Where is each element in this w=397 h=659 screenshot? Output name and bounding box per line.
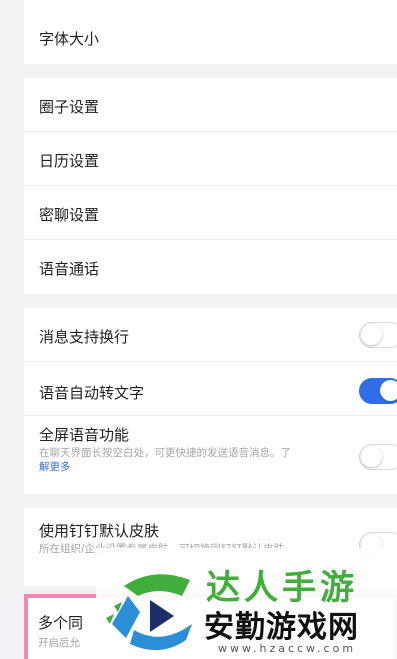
watermark-url: www.hzaccw.com <box>218 642 357 655</box>
font-size-row[interactable]: 字体大小 <box>24 0 397 64</box>
msg-wrap-row: 消息支持换行 <box>24 308 397 362</box>
fullscreen-voice-row: 全屏语音功能 在聊天界面长按空白处，可更快捷的发送语音消息。了 解更多 <box>24 416 397 494</box>
voice-call-label: 语音通话 <box>39 260 100 278</box>
multi-same-label: 多个同 <box>38 614 84 632</box>
fullscreen-voice-desc-text: 在聊天界面长按空白处，可更快捷的发送语音消息。了 <box>39 447 291 459</box>
fullscreen-voice-desc: 在聊天界面长按空白处，可更快捷的发送语音消息。了 解更多 <box>39 446 349 474</box>
fullscreen-voice-toggle[interactable] <box>359 444 397 470</box>
message-toggles-group: 消息支持换行 语音自动转文字 全屏语音功能 在聊天界面长按空白处，可更快捷的发送… <box>24 308 397 494</box>
toggle-knob <box>361 446 382 467</box>
learn-more-link[interactable]: 解更多 <box>39 461 71 473</box>
watermark-logo-icon <box>106 574 192 651</box>
calendar-settings-label: 日历设置 <box>39 152 100 170</box>
toggle-knob <box>361 324 382 345</box>
circle-settings-label: 圈子设置 <box>39 98 100 116</box>
fullscreen-voice-label: 全屏语音功能 <box>39 426 130 444</box>
watermark: 达人手游 安勤游戏网 www.hzaccw.com <box>96 548 397 659</box>
secret-chat-settings-label: 密聊设置 <box>39 206 100 224</box>
general-group: 圈子设置 日历设置 密聊设置 语音通话 <box>24 78 397 294</box>
voice-to-text-row: 语音自动转文字 <box>24 362 397 416</box>
voice-call-row[interactable]: 语音通话 <box>24 240 397 294</box>
voice-to-text-label: 语音自动转文字 <box>39 384 145 402</box>
msg-wrap-label: 消息支持换行 <box>39 328 130 346</box>
default-skin-label: 使用钉钉默认皮肤 <box>39 522 160 540</box>
msg-wrap-toggle[interactable] <box>359 322 397 348</box>
toggle-knob <box>380 380 397 401</box>
font-group: 字体大小 <box>24 0 397 64</box>
calendar-settings-row[interactable]: 日历设置 <box>24 132 397 186</box>
watermark-main-text: 安勤游戏网 <box>204 610 359 645</box>
secret-chat-settings-row[interactable]: 密聊设置 <box>24 186 397 240</box>
circle-settings-row[interactable]: 圈子设置 <box>24 78 397 132</box>
font-size-label: 字体大小 <box>39 30 100 48</box>
voice-to-text-toggle[interactable] <box>359 378 397 404</box>
